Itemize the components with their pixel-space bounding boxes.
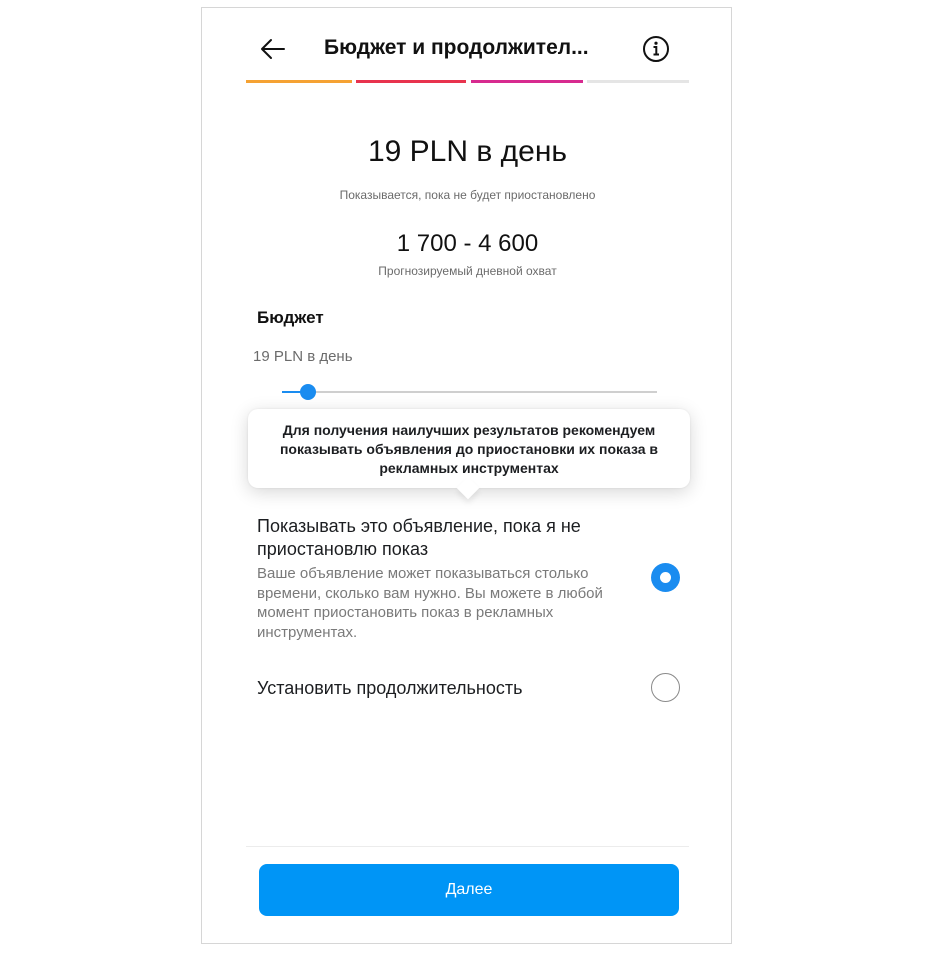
slider-track <box>282 391 657 393</box>
progress-step-3 <box>471 80 583 83</box>
info-button[interactable] <box>642 35 670 63</box>
option-run-until-paused[interactable]: Показывать это объявление, пока я не при… <box>257 515 677 642</box>
option-description: Ваше объявление может показываться столь… <box>257 565 603 641</box>
step-progress-bar <box>246 80 689 83</box>
progress-step-1 <box>246 80 352 83</box>
progress-step-2 <box>356 80 466 83</box>
option-title: Показывать это объявление, пока я не при… <box>257 516 581 559</box>
tooltip-text: Для получения наилучших результатов реко… <box>279 422 659 476</box>
radio-run-until-paused[interactable] <box>651 563 680 592</box>
progress-step-4 <box>587 80 689 83</box>
estimated-reach: 1 700 - 4 600 <box>396 230 539 257</box>
next-button[interactable]: Далее <box>259 864 679 916</box>
option-set-duration[interactable]: Установить продолжительность <box>257 677 522 700</box>
radio-set-duration[interactable] <box>651 673 680 702</box>
budget-slider[interactable] <box>282 384 657 400</box>
estimated-reach-label: Прогнозируемый дневной охват <box>378 264 557 278</box>
slider-thumb[interactable] <box>300 384 317 400</box>
budget-value: 19 PLN в день <box>253 348 353 365</box>
footer-divider <box>246 846 689 847</box>
daily-budget-summary: 19 PLN в день <box>367 135 568 168</box>
arrow-left-icon <box>261 39 285 59</box>
page-title: Бюджет и продолжител... <box>324 36 589 59</box>
phone-screen: Бюджет и продолжител... 19 PLN в день По… <box>201 7 732 944</box>
info-icon <box>643 36 669 62</box>
budget-section-title: Бюджет <box>257 308 324 327</box>
run-status-text: Показывается, пока не будет приостановле… <box>339 188 596 202</box>
back-button[interactable] <box>258 34 288 64</box>
recommendation-tooltip: Для получения наилучших результатов реко… <box>248 409 690 488</box>
